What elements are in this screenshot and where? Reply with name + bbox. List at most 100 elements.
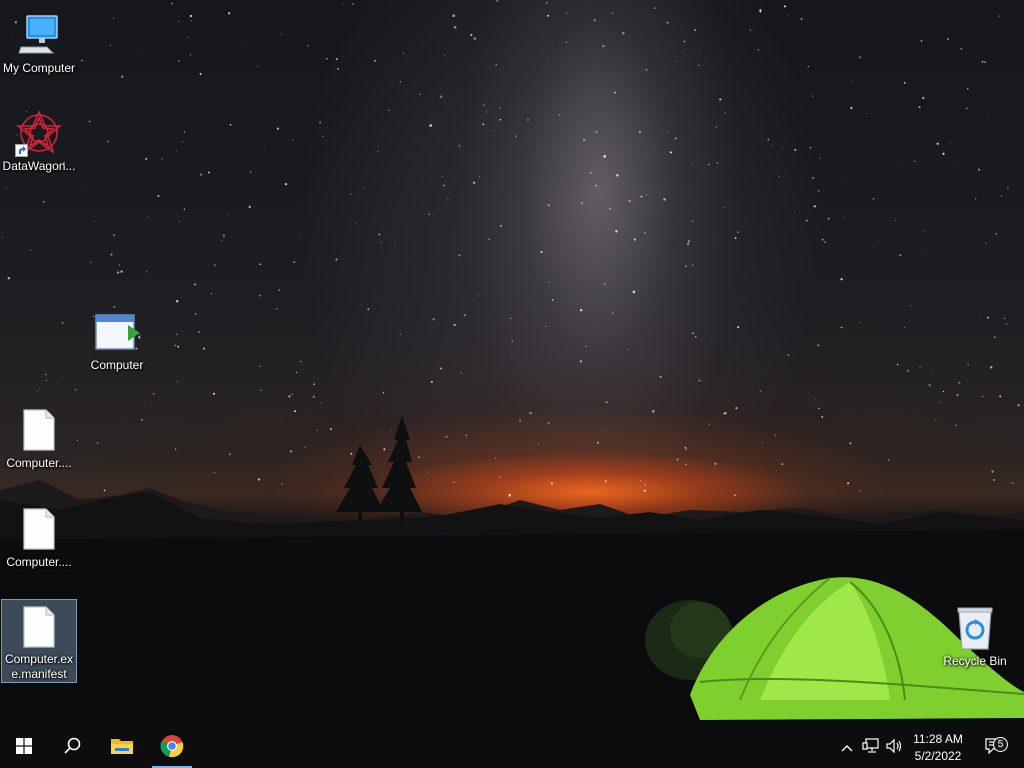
chevron-up-icon xyxy=(841,739,853,757)
star xyxy=(654,7,656,9)
desktop-icon-recycle-bin[interactable]: Recycle Bin xyxy=(936,599,1014,670)
taskbar-file-explorer[interactable] xyxy=(98,728,146,768)
desktop-icon-computer-app[interactable]: Computer xyxy=(78,303,156,374)
star xyxy=(547,60,549,62)
star xyxy=(674,137,677,140)
star xyxy=(734,237,737,240)
star xyxy=(687,240,690,243)
star xyxy=(259,365,261,367)
star xyxy=(441,175,443,177)
volume-button[interactable] xyxy=(884,728,906,768)
star xyxy=(399,81,401,83)
star xyxy=(995,232,998,235)
desktop-icon-datawagon[interactable]: DataWagon... xyxy=(0,104,78,175)
star xyxy=(118,264,121,266)
star xyxy=(615,230,618,233)
star xyxy=(724,112,726,114)
star xyxy=(545,1,548,4)
star xyxy=(258,294,261,297)
star xyxy=(367,308,370,311)
desktop-icon-computer-file-1[interactable]: Computer.... xyxy=(0,401,78,472)
star xyxy=(312,395,315,398)
star xyxy=(307,45,309,47)
star xyxy=(313,383,316,386)
star xyxy=(565,41,568,44)
star xyxy=(603,283,606,286)
star xyxy=(616,174,619,177)
star xyxy=(244,41,245,43)
star xyxy=(429,124,433,127)
star xyxy=(743,171,744,173)
star xyxy=(593,18,597,22)
star xyxy=(257,65,259,68)
star xyxy=(221,240,223,242)
show-hidden-icons-button[interactable] xyxy=(838,728,856,768)
star xyxy=(936,142,939,145)
desktop-icon-my-computer[interactable]: My Computer xyxy=(0,6,78,77)
star xyxy=(85,185,87,187)
star xyxy=(682,52,684,54)
star xyxy=(974,198,977,200)
taskbar-google-chrome[interactable] xyxy=(148,728,196,768)
desktop-icon-label: Recycle Bin xyxy=(943,654,1007,668)
action-center-button[interactable]: 5 xyxy=(980,728,1008,768)
star xyxy=(967,88,969,90)
star xyxy=(759,390,762,393)
star xyxy=(157,195,160,198)
desktop-icon-computer-file-2[interactable]: Computer.... xyxy=(0,500,78,571)
star xyxy=(61,376,63,377)
star xyxy=(110,45,112,47)
star xyxy=(687,243,689,245)
search-button[interactable] xyxy=(48,728,96,768)
star xyxy=(43,394,44,396)
star xyxy=(174,344,177,347)
star xyxy=(463,314,466,317)
star xyxy=(355,222,358,224)
star xyxy=(281,33,283,35)
star xyxy=(967,364,969,366)
star xyxy=(953,165,955,167)
star xyxy=(175,150,177,152)
star xyxy=(982,395,984,398)
star xyxy=(840,326,843,329)
star xyxy=(986,316,989,319)
star xyxy=(496,0,499,2)
star xyxy=(511,340,514,343)
star xyxy=(511,356,513,358)
star xyxy=(805,219,808,222)
star xyxy=(694,29,697,31)
star xyxy=(613,91,617,94)
desktop-icon-computer-manifest[interactable]: Computer.exe.manifest xyxy=(1,599,77,683)
chrome-icon xyxy=(160,734,184,763)
star xyxy=(582,138,586,142)
star xyxy=(807,65,810,68)
star xyxy=(782,112,784,114)
star xyxy=(695,205,696,207)
star xyxy=(794,148,797,151)
star xyxy=(839,177,841,179)
star xyxy=(249,171,252,174)
star xyxy=(603,155,607,158)
network-status-button[interactable] xyxy=(860,728,882,768)
star xyxy=(335,258,338,261)
star xyxy=(178,20,180,23)
star xyxy=(493,129,495,132)
star xyxy=(918,105,921,109)
star xyxy=(443,284,444,286)
star xyxy=(486,111,488,113)
star xyxy=(418,214,420,216)
start-button[interactable] xyxy=(0,728,48,768)
star xyxy=(1007,187,1009,189)
star xyxy=(45,380,47,381)
star xyxy=(920,40,923,42)
star xyxy=(872,198,875,200)
star xyxy=(400,333,402,335)
star xyxy=(827,217,830,220)
star xyxy=(729,169,730,170)
star xyxy=(170,2,173,5)
network-icon xyxy=(862,737,880,759)
taskbar-clock[interactable]: 11:28 AM 5/2/2022 xyxy=(904,728,972,768)
notification-icon: 5 xyxy=(985,736,1008,759)
star xyxy=(691,163,693,165)
star xyxy=(293,261,296,264)
